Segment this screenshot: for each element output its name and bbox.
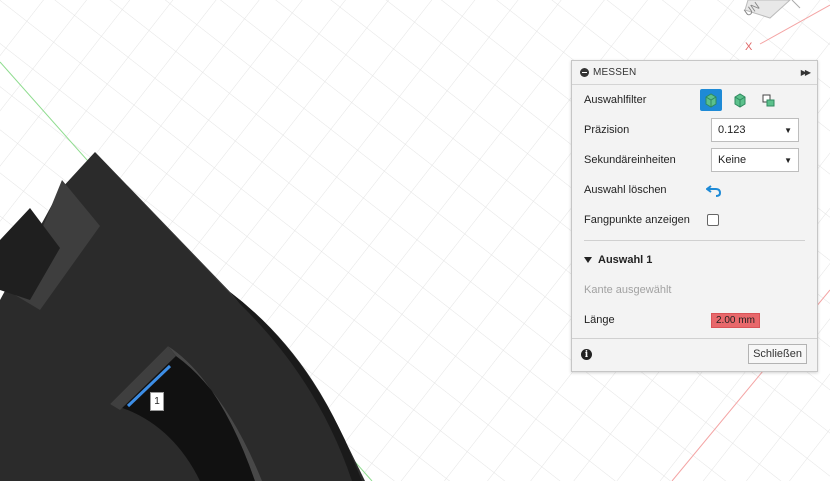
chevron-down-icon: ▼ [784,155,792,165]
edge-marker-badge: 1 [150,392,164,411]
length-value: 2.00 mm [711,312,760,328]
clear-selection-row: Auswahl löschen [584,177,809,203]
clear-selection-label: Auswahl löschen [584,184,667,196]
edge-filter-icon[interactable] [757,89,779,111]
view-cube-axis-x: X [745,41,753,53]
measure-dialog: MESSEN ▶▶ Auswahlfilter Präzision 0.123 … [571,60,818,372]
selection-filter-label: Auswahlfilter [584,94,647,106]
snap-points-row: Fangpunkte anzeigen [584,207,809,233]
dialog-title: MESSEN [593,67,637,78]
selection-section-header[interactable]: Auswahl 1 [584,254,652,266]
snap-points-checkbox[interactable] [707,214,719,226]
chevron-down-icon: ▼ [784,125,792,135]
body-filter-icon[interactable] [700,89,722,111]
close-button[interactable]: Schließen [748,344,807,364]
secondary-units-dropdown[interactable]: Keine ▼ [711,148,799,172]
caret-down-icon [584,257,592,263]
selection-filter-row: Auswahlfilter [584,87,809,113]
precision-row: Präzision 0.123 ▼ [584,117,809,143]
secondary-units-value: Keine [718,154,747,166]
snap-points-label: Fangpunkte anzeigen [584,214,690,226]
precision-dropdown[interactable]: 0.123 ▼ [711,118,799,142]
secondary-units-row: Sekundäreinheiten Keine ▼ [584,147,809,173]
length-row: Länge 2.00 mm [584,307,809,333]
divider [584,240,805,241]
selection-status: Kante ausgewählt [584,284,672,296]
undo-icon[interactable] [703,179,725,201]
selection-status-row: Kante ausgewählt [584,277,809,303]
precision-value: 0.123 [718,124,746,136]
dialog-header[interactable]: MESSEN ▶▶ [572,61,817,85]
secondary-units-label: Sekundäreinheiten [584,154,676,166]
footer-divider [572,338,817,339]
info-icon[interactable]: i [581,349,592,360]
fast-forward-icon[interactable]: ▶▶ [801,68,811,77]
section-title: Auswahl 1 [598,254,653,266]
length-label: Länge [584,314,615,326]
face-filter-icon[interactable] [729,89,751,111]
precision-label: Präzision [584,124,630,136]
minus-circle-icon[interactable] [580,68,589,77]
